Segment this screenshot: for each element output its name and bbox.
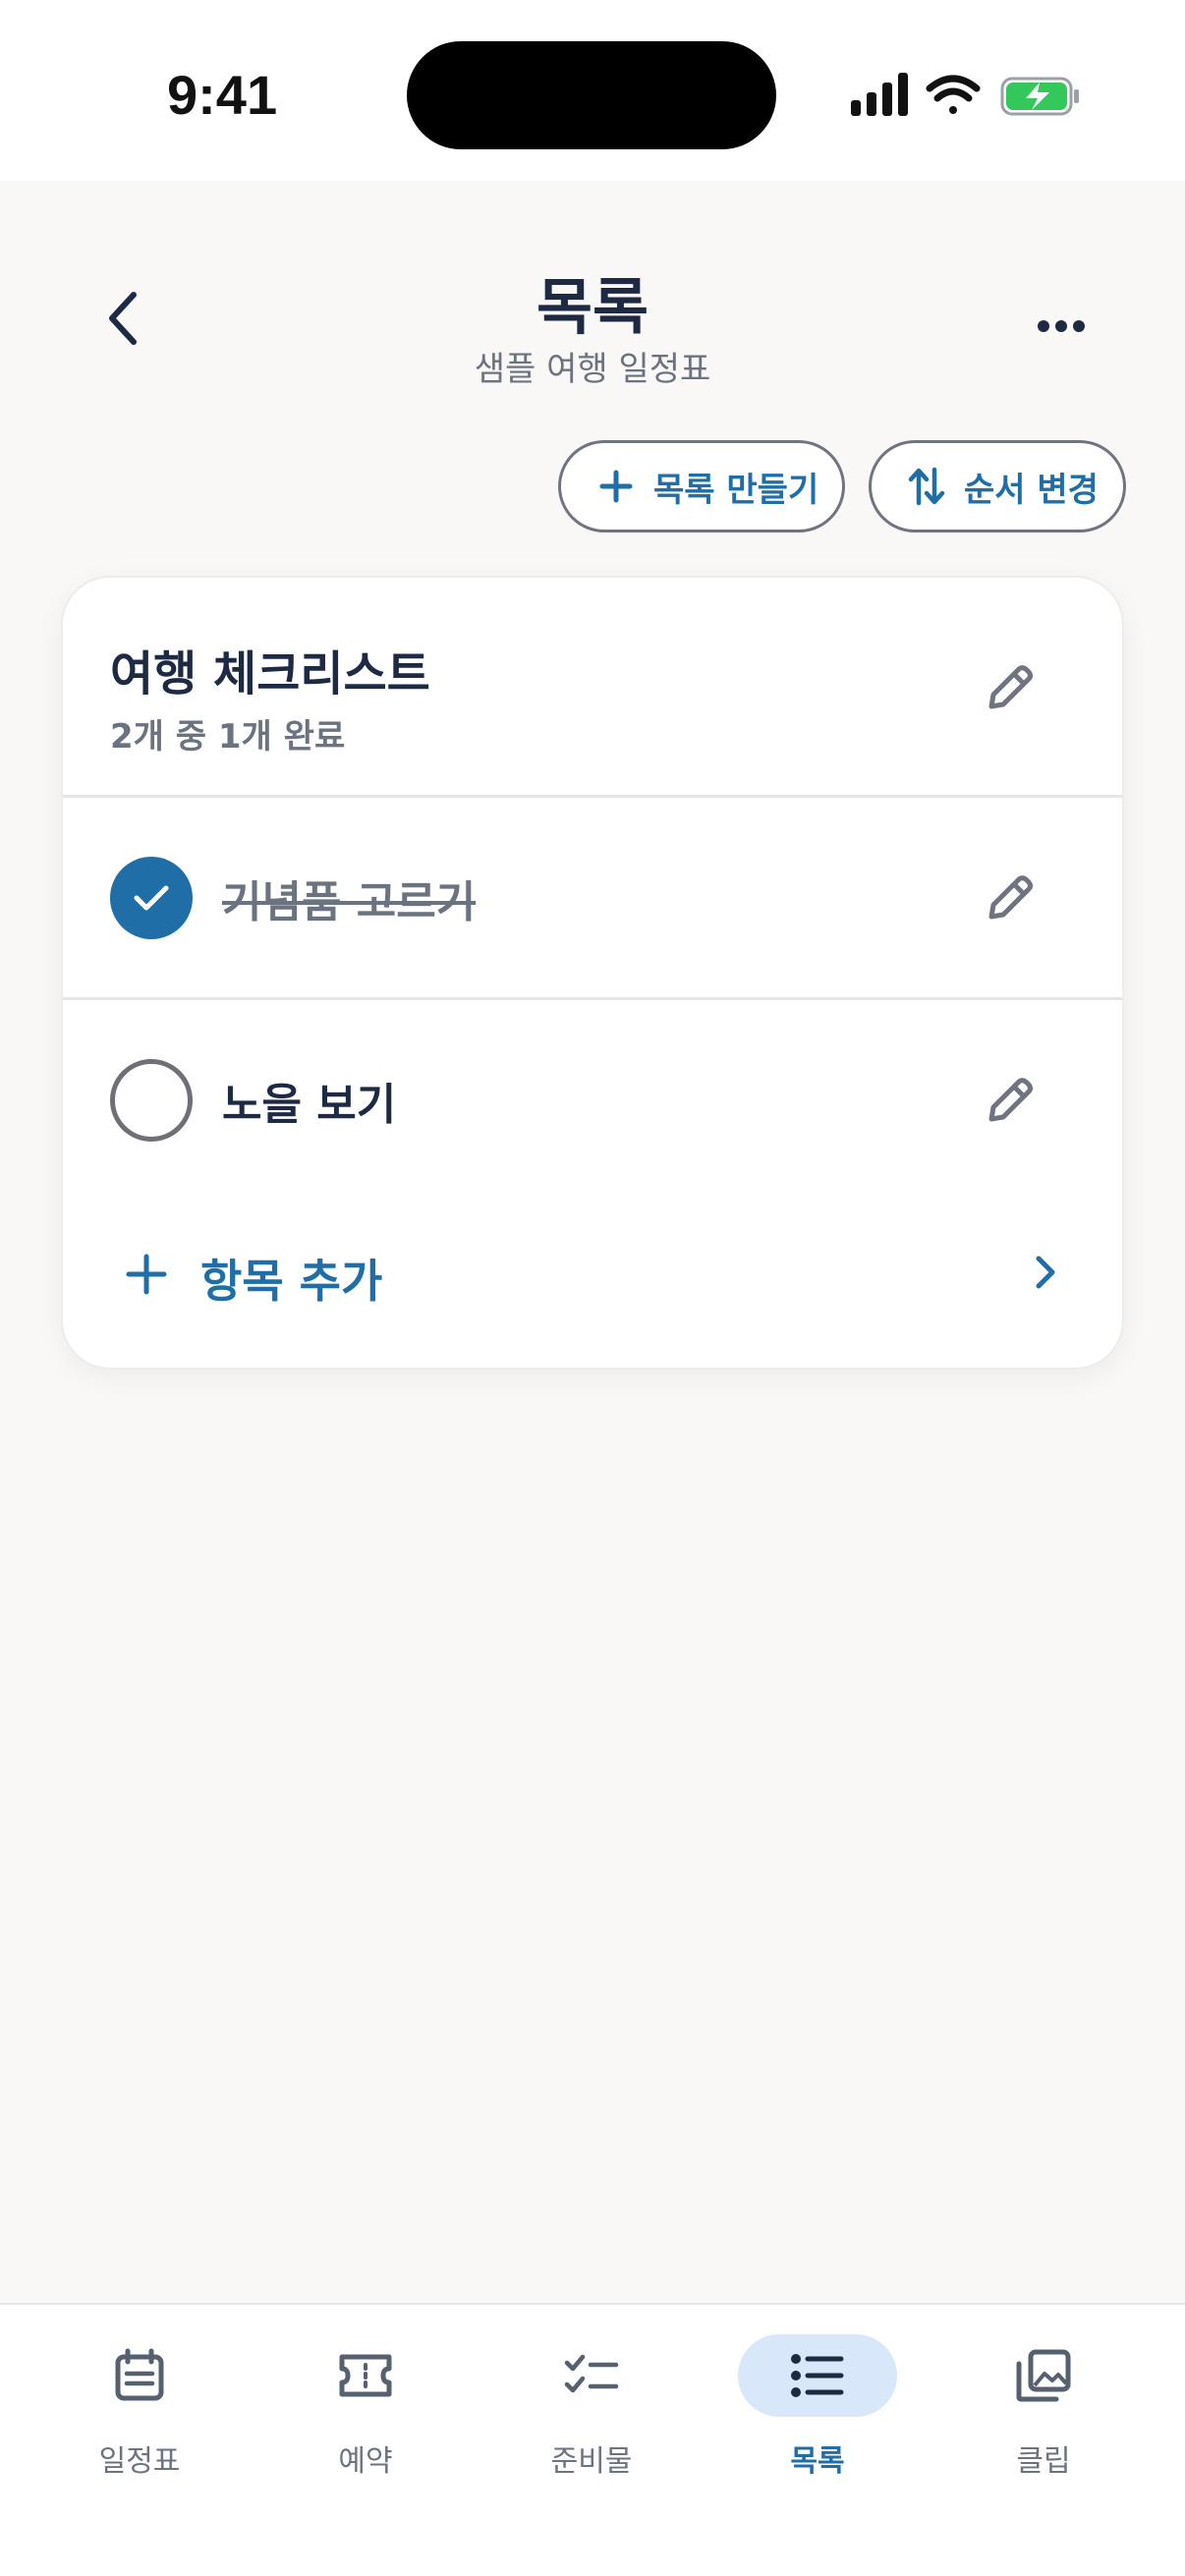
ticket-icon <box>286 2334 445 2417</box>
pencil-icon <box>988 665 1033 709</box>
tab-label: 목록 <box>790 2444 845 2479</box>
tab-bar: 일정표 예약 준비물 목록 클립 <box>0 2303 1185 2576</box>
add-item-button[interactable]: 항목 추가 <box>63 1203 1122 1350</box>
edit-item-button[interactable] <box>981 868 1040 927</box>
header: 목록 샘플 여행 일정표 <box>0 181 1185 407</box>
tab-packing[interactable]: 준비물 <box>493 2305 690 2501</box>
checklist-card: 여행 체크리스트 2개 중 1개 완료 기념품 고르기 노을 보기 항목 추가 <box>61 576 1124 1370</box>
status-icons <box>847 71 1083 122</box>
chevron-right-icon <box>1026 1248 1065 1297</box>
status-time: 9:41 <box>167 64 278 126</box>
item-label: 기념품 고르기 <box>222 877 477 927</box>
tab-label: 예약 <box>338 2444 393 2479</box>
pencil-icon <box>988 1078 1033 1122</box>
tab-lists[interactable]: 목록 <box>719 2305 916 2501</box>
dynamic-island <box>407 41 776 149</box>
checkbox-checked[interactable] <box>110 857 193 939</box>
add-item-label: 항목 추가 <box>200 1255 383 1308</box>
signal-icon <box>851 73 908 116</box>
tab-reservations[interactable]: 예약 <box>267 2305 464 2501</box>
gallery-icon <box>964 2334 1123 2417</box>
sort-arrows-icon <box>907 467 946 506</box>
create-list-label: 목록 만들기 <box>653 470 819 510</box>
tab-label: 일정표 <box>98 2444 181 2479</box>
wifi-icon <box>926 75 981 114</box>
create-list-button[interactable]: 목록 만들기 <box>558 440 845 532</box>
list-icon <box>738 2334 897 2417</box>
page-subtitle: 샘플 여행 일정표 <box>474 350 711 389</box>
list-item[interactable]: 기념품 고르기 <box>63 798 1122 1000</box>
battery-charging-icon <box>1000 77 1079 116</box>
list-title: 여행 체크리스트 <box>110 646 430 701</box>
edit-list-button[interactable] <box>981 658 1040 717</box>
page-title: 목록 <box>536 271 649 343</box>
reorder-label: 순서 변경 <box>964 470 1099 510</box>
status-bar: 9:41 <box>0 0 1185 181</box>
tab-clips[interactable]: 클립 <box>945 2305 1142 2501</box>
tab-itinerary[interactable]: 일정표 <box>41 2305 238 2501</box>
calendar-icon <box>60 2334 219 2417</box>
more-button[interactable] <box>1032 307 1091 346</box>
reorder-button[interactable]: 순서 변경 <box>869 440 1126 532</box>
pencil-icon <box>988 875 1033 920</box>
plus-icon <box>596 467 636 506</box>
edit-item-button[interactable] <box>981 1071 1040 1130</box>
tab-label: 클립 <box>1016 2444 1071 2479</box>
card-header: 여행 체크리스트 2개 중 1개 완료 <box>63 578 1122 798</box>
plus-icon <box>122 1250 171 1299</box>
list-progress: 2개 중 1개 완료 <box>110 717 346 756</box>
list-item[interactable]: 노을 보기 <box>63 1000 1122 1203</box>
item-label: 노을 보기 <box>222 1080 397 1130</box>
check-icon <box>134 885 169 911</box>
checkbox-unchecked[interactable] <box>110 1059 193 1142</box>
more-horizontal-icon <box>1038 320 1085 332</box>
tab-label: 준비물 <box>550 2444 633 2479</box>
checklist-icon <box>512 2334 671 2417</box>
